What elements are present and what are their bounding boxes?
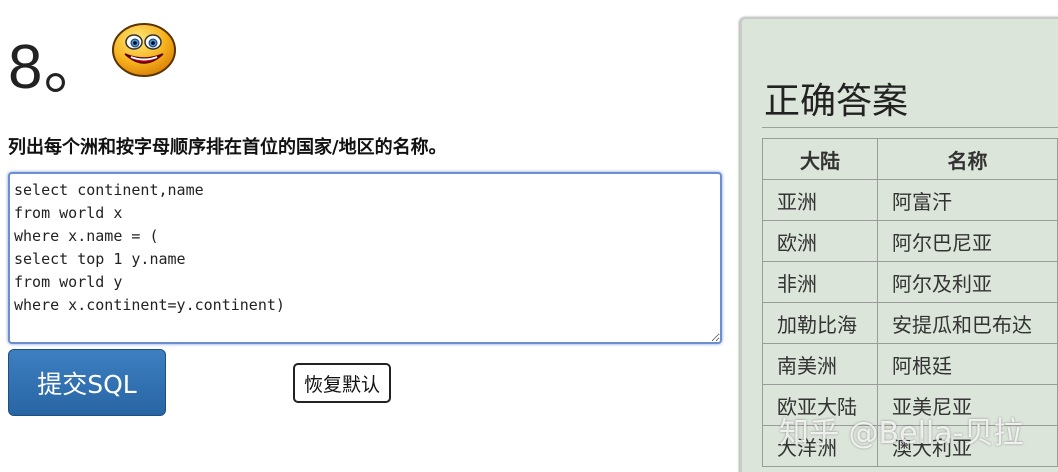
title-divider <box>762 127 1058 128</box>
cell-name: 亚美尼亚 <box>877 384 1058 426</box>
restore-default-button[interactable]: 恢复默认 <box>293 363 391 403</box>
table-row: 大洋洲 澳大利亚 <box>762 425 1058 467</box>
table-header-row: 大陆 名称 <box>762 138 1058 180</box>
submit-sql-button[interactable]: 提交SQL <box>8 349 166 416</box>
cell-name: 阿富汗 <box>877 179 1058 221</box>
page: 8。 列出每个洲和按字母顺序排在首位的国家/地区的名称。 select cont… <box>0 0 1058 472</box>
sql-editor[interactable]: select continent,name from world x where… <box>8 172 722 344</box>
smiley-face-icon <box>112 23 176 77</box>
cell-name: 阿尔巴尼亚 <box>877 220 1058 262</box>
cell-continent: 亚洲 <box>762 179 878 221</box>
column-header-name: 名称 <box>877 138 1058 180</box>
answer-title: 正确答案 <box>764 81 909 122</box>
table-row: 南美洲 阿根廷 <box>762 343 1058 385</box>
cell-continent: 非洲 <box>762 261 878 303</box>
question-number: 8。 <box>8 33 107 102</box>
cell-continent: 欧亚大陆 <box>762 384 878 426</box>
cell-name: 安提瓜和巴布达 <box>877 302 1058 344</box>
table-row: 非洲 阿尔及利亚 <box>762 261 1058 303</box>
table-row: 欧洲 阿尔巴尼亚 <box>762 220 1058 262</box>
cell-name: 阿尔及利亚 <box>877 261 1058 303</box>
table-row: 欧亚大陆 亚美尼亚 <box>762 384 1058 426</box>
cell-name: 阿根廷 <box>877 343 1058 385</box>
column-header-continent: 大陆 <box>762 138 878 180</box>
cell-continent: 加勒比海 <box>762 302 878 344</box>
cell-continent: 欧洲 <box>762 220 878 262</box>
table-row: 加勒比海 安提瓜和巴布达 <box>762 302 1058 344</box>
cell-continent: 大洋洲 <box>762 425 878 467</box>
answer-table: 大陆 名称 亚洲 阿富汗 欧洲 阿尔巴尼亚 非洲 阿尔及利亚 加勒比海 安提瓜和… <box>762 138 1058 467</box>
table-row: 亚洲 阿富汗 <box>762 179 1058 221</box>
cell-name: 澳大利亚 <box>877 425 1058 467</box>
question-text: 列出每个洲和按字母顺序排在首位的国家/地区的名称。 <box>8 137 447 158</box>
cell-continent: 南美洲 <box>762 343 878 385</box>
